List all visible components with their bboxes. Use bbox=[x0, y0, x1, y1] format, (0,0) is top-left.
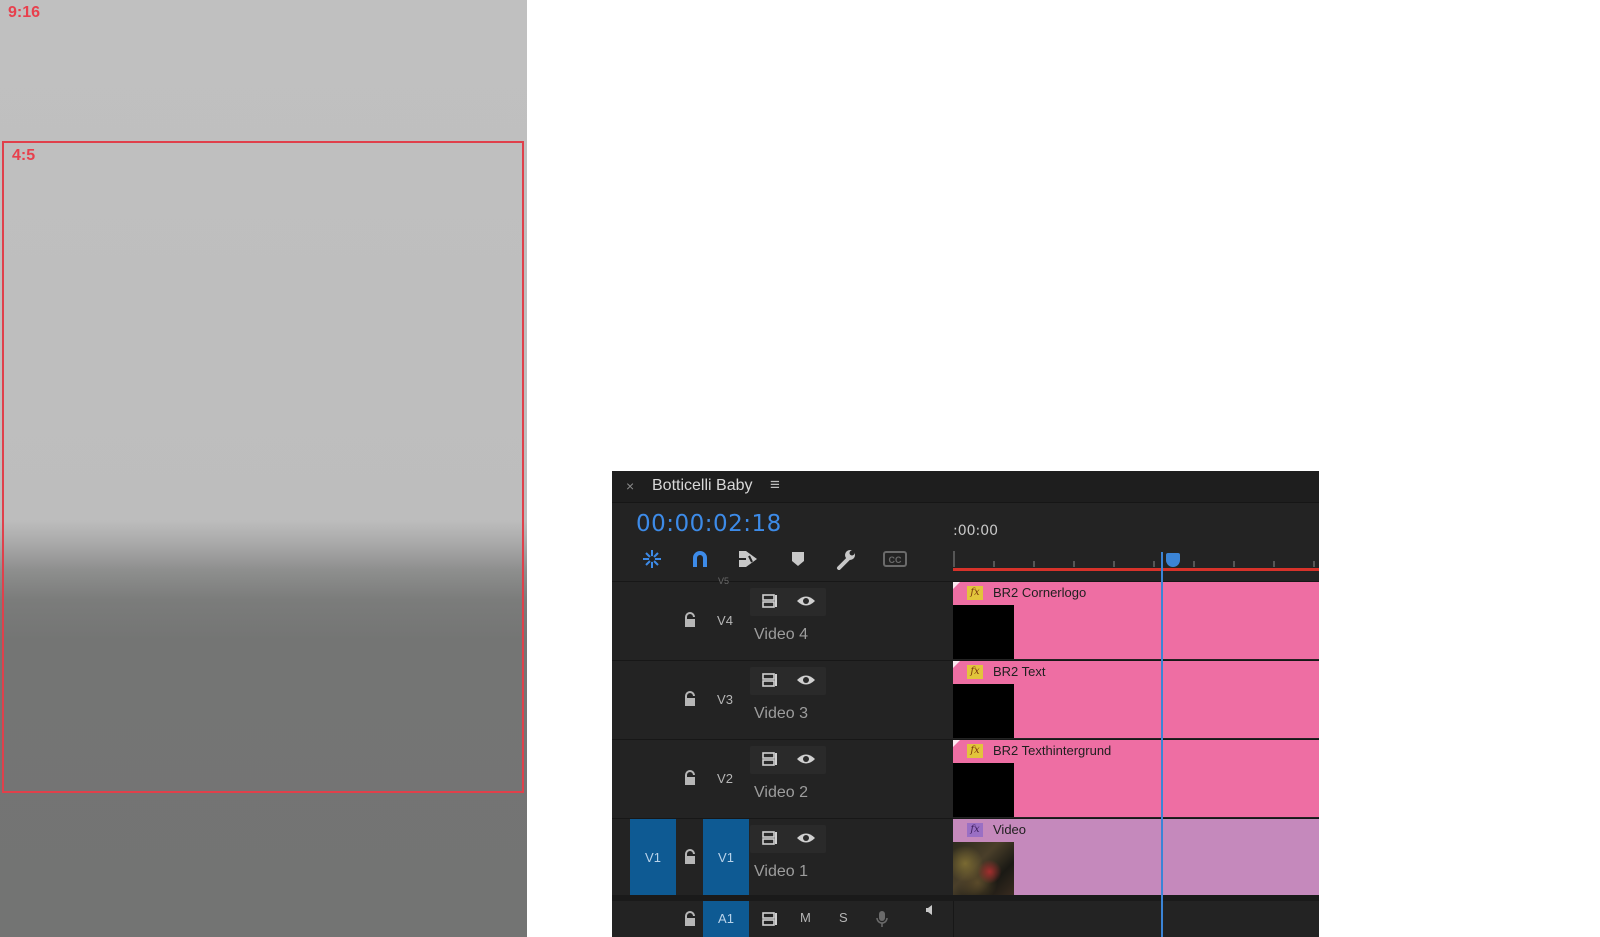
clip-corner-mark bbox=[953, 582, 960, 589]
work-area-bar[interactable] bbox=[953, 568, 1319, 571]
clip-br2-text[interactable]: fx BR2 Text bbox=[953, 661, 1319, 738]
track-name: Video 2 bbox=[754, 784, 808, 801]
playhead-timecode[interactable]: 00:00:02:18 bbox=[636, 511, 782, 537]
add-marker-icon[interactable] bbox=[784, 545, 812, 573]
track-v3: V3 Video 3 fx BR2 Text bbox=[612, 660, 1319, 739]
clip-thumbnail bbox=[953, 684, 1014, 738]
panel-header: × Botticelli Baby ≡ bbox=[612, 471, 1319, 503]
solo-button[interactable]: S bbox=[839, 910, 848, 925]
sequence-tab-title[interactable]: Botticelli Baby bbox=[652, 477, 753, 495]
settings-wrench-icon[interactable] bbox=[832, 545, 860, 573]
clip-name: BR2 Cornerlogo bbox=[993, 585, 1087, 600]
clip-corner-mark bbox=[953, 661, 960, 668]
track-name: Video 1 bbox=[754, 863, 808, 880]
lock-icon[interactable] bbox=[683, 770, 697, 786]
track-target-a1[interactable]: A1 bbox=[703, 901, 749, 937]
clip-name: BR2 Texthintergrund bbox=[993, 743, 1112, 758]
track-header-v2: V2 Video 2 bbox=[612, 740, 952, 818]
track-v4: V5 V4 Video 4 fx BR2 Cornerlogo bbox=[612, 576, 1319, 660]
eye-icon[interactable] bbox=[796, 753, 816, 765]
linked-selection-icon[interactable] bbox=[734, 545, 762, 573]
safe-area-4-5-frame: 4:5 bbox=[2, 141, 524, 793]
clip-thumbnail bbox=[953, 842, 1014, 896]
nest-sequence-icon[interactable] bbox=[638, 545, 666, 573]
sync-lock-icon[interactable] bbox=[762, 912, 780, 926]
lock-icon[interactable] bbox=[683, 911, 697, 927]
close-tab-icon[interactable]: × bbox=[626, 478, 634, 494]
track-target-v2[interactable]: V2 bbox=[703, 767, 747, 791]
fx-badge[interactable]: fx bbox=[967, 665, 983, 679]
track-controls bbox=[750, 588, 826, 616]
sync-lock-icon[interactable] bbox=[762, 594, 780, 608]
clip-corner-mark bbox=[953, 740, 960, 747]
track-controls bbox=[750, 746, 826, 774]
track-controls bbox=[750, 825, 826, 853]
track-v2: V2 Video 2 fx BR2 Texthintergrund bbox=[612, 739, 1319, 818]
panel-menu-icon[interactable]: ≡ bbox=[770, 475, 780, 495]
ratio-label-4-5: 4:5 bbox=[12, 147, 36, 164]
source-patch-v1[interactable]: V1 bbox=[630, 819, 676, 897]
clip-br2-texthintergrund[interactable]: fx BR2 Texthintergrund bbox=[953, 740, 1319, 817]
snap-magnet-icon[interactable] bbox=[686, 545, 714, 573]
clip-br2-cornerlogo[interactable]: fx BR2 Cornerlogo bbox=[953, 582, 1319, 659]
clip-thumbnail bbox=[953, 763, 1014, 817]
ratio-label-9-16: 9:16 bbox=[8, 4, 41, 21]
track-target-v3[interactable]: V3 bbox=[703, 688, 747, 712]
eye-icon[interactable] bbox=[796, 595, 816, 607]
fx-badge[interactable]: fx bbox=[967, 823, 983, 837]
clip-video[interactable]: fx Video bbox=[953, 819, 1319, 896]
lock-icon[interactable] bbox=[683, 849, 697, 865]
playhead-line[interactable] bbox=[1161, 552, 1163, 937]
track-header-v1: V1 V1 Video 1 bbox=[612, 819, 952, 897]
track-name: Video 3 bbox=[754, 705, 808, 722]
speaker-icon[interactable] bbox=[925, 905, 935, 915]
lock-icon[interactable] bbox=[683, 691, 697, 707]
sync-lock-icon[interactable] bbox=[762, 831, 780, 845]
mute-button[interactable]: M bbox=[800, 910, 811, 925]
clip-name: Video bbox=[993, 822, 1027, 837]
track-name: Video 4 bbox=[754, 626, 808, 643]
sync-lock-icon[interactable] bbox=[762, 673, 780, 687]
eye-icon[interactable] bbox=[796, 674, 816, 686]
captions-icon[interactable]: CC bbox=[881, 545, 909, 573]
track-target-v4[interactable]: V4 bbox=[703, 609, 747, 633]
time-ruler[interactable]: :00:00 bbox=[953, 521, 1319, 581]
microphone-icon[interactable] bbox=[876, 910, 888, 928]
playhead-handle[interactable] bbox=[1166, 553, 1180, 567]
clip-name: BR2 Text bbox=[993, 664, 1046, 679]
eye-icon[interactable] bbox=[796, 832, 816, 844]
aspect-ratio-preview: 9:16 4:5 bbox=[0, 0, 527, 937]
fx-badge[interactable]: fx bbox=[967, 586, 983, 600]
track-header-v4: V5 V4 Video 4 bbox=[612, 576, 952, 660]
track-id-cut-label: V5 bbox=[718, 576, 730, 586]
clip-thumbnail bbox=[953, 605, 1014, 659]
track-controls bbox=[750, 667, 826, 695]
track-target-v1[interactable]: V1 bbox=[703, 819, 749, 897]
svg-text:CC: CC bbox=[889, 555, 902, 565]
track-header-v3: V3 Video 3 bbox=[612, 661, 952, 739]
timeline-panel: × Botticelli Baby ≡ 00:00:02:18 CC :00:0… bbox=[612, 471, 1319, 937]
ruler-timecode-label: :00:00 bbox=[953, 523, 999, 539]
lock-icon[interactable] bbox=[683, 612, 697, 628]
fx-badge[interactable]: fx bbox=[967, 744, 983, 758]
sync-lock-icon[interactable] bbox=[762, 752, 780, 766]
track-v1: V1 V1 Video 1 fx Video bbox=[612, 818, 1319, 897]
audio-track-area[interactable] bbox=[953, 901, 1319, 937]
